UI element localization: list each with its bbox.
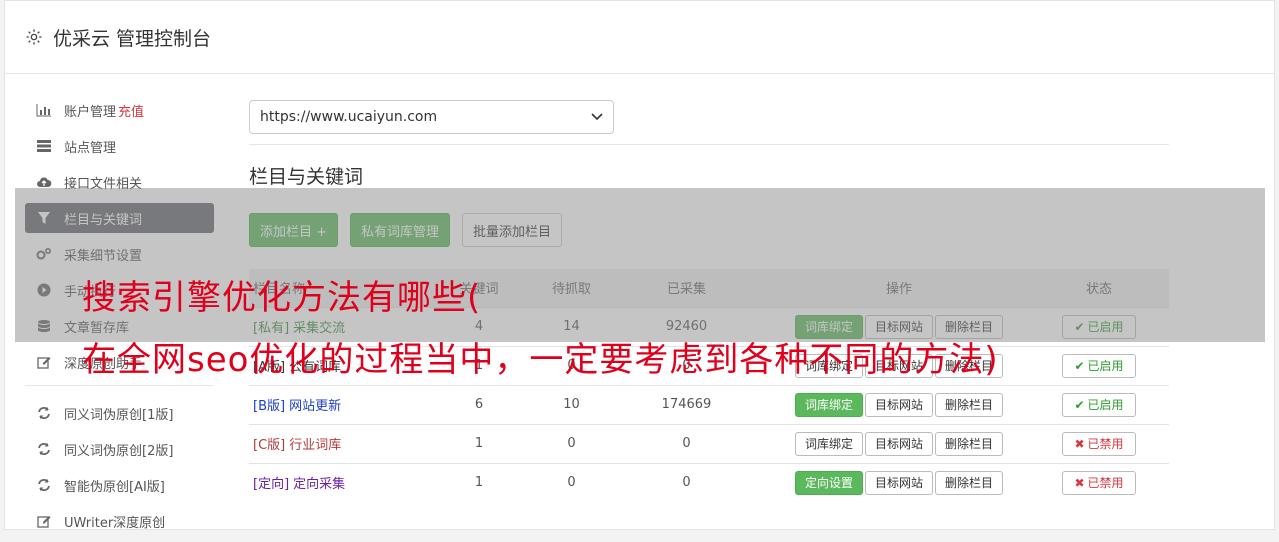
sidebar-item-label: 智能伪原创[AI版]	[64, 479, 165, 495]
pending-count[interactable]: 10	[539, 384, 604, 424]
delete-column-button[interactable]: 删除栏目	[935, 431, 1004, 456]
status-cell: ✔已启用	[1029, 384, 1169, 424]
target-site-button[interactable]: 目标网站	[864, 431, 933, 456]
actions-cell: 定向设置 目标网站 删除栏目	[769, 462, 1029, 502]
overlay-text-line2: 在全网seo优化的过程当中，一定要考虑到各种不同的方法)	[82, 340, 999, 380]
section-title: 栏目与关键词	[249, 166, 364, 188]
target-site-button[interactable]: 目标网站	[864, 392, 933, 417]
edit-icon	[36, 513, 52, 529]
divider	[249, 144, 1169, 145]
chevron-down-icon	[591, 113, 603, 121]
table-row: [B版] 网站更新 6 10 174669 词库绑定 目标网站 删除栏目 ✔ 已启用	[249, 384, 1169, 424]
refresh-icon	[36, 477, 52, 493]
server-icon	[36, 138, 52, 154]
column-title: 定向采集	[293, 477, 346, 493]
bind-dict-button[interactable]: 词库绑定	[794, 392, 863, 417]
status-toggle[interactable]: ✔已启用	[1062, 392, 1136, 417]
overlay-text-line1: 搜索引擎优化方法有哪些(	[82, 278, 482, 318]
bind-dict-button[interactable]: 词库绑定	[794, 431, 863, 456]
collected-count: 0	[604, 423, 769, 463]
status-cell: ✖ 已禁用	[1029, 462, 1169, 502]
check-icon: ✔	[1074, 358, 1085, 373]
sidebar-item-label: 同义词伪原创[2版]	[64, 443, 174, 459]
delete-column-button[interactable]: 删除栏目	[935, 470, 1004, 495]
target-site-button[interactable]: 目标网站	[864, 470, 933, 495]
sidebar-item-0[interactable]: 账户管理 充值	[25, 95, 214, 125]
column-tag: [C版]	[253, 438, 286, 453]
sidebar-tool-1[interactable]: 同义词伪原创[2版]	[25, 434, 214, 464]
site-select-value: https://www.ucaiyun.com	[260, 109, 438, 125]
column-name[interactable]: [B版] 网站更新	[249, 384, 419, 424]
collected-count: 0	[604, 462, 769, 502]
keyword-count: 1	[419, 462, 539, 502]
column-title: 行业词库	[289, 438, 342, 453]
collected-count: 174669	[604, 384, 769, 424]
delete-column-button[interactable]: 删除栏目	[935, 392, 1004, 417]
status-toggle[interactable]: ✖ 已禁用	[1062, 431, 1136, 456]
actions-cell: 词库绑定目标网站删除栏目	[769, 384, 1029, 424]
status-cell: ✖ 已禁用	[1029, 423, 1169, 463]
page-title: 优采云 管理控制台	[53, 27, 212, 50]
table-row: [定向] 定向采集 1 0 0 定向设置 目标网站 删除栏目 ✖ 已禁用	[249, 462, 1169, 502]
status-cell: ✔已启用	[1029, 345, 1169, 385]
refresh-icon	[36, 441, 52, 457]
status-toggle[interactable]: ✖ 已禁用	[1062, 470, 1136, 495]
close-icon: ✖	[1074, 436, 1085, 451]
sidebar-item-label: 账户管理	[64, 104, 117, 120]
sidebar-tool-0[interactable]: 同义词伪原创[1版]	[25, 398, 214, 428]
column-tag: [定向]	[253, 477, 290, 493]
column-title: 网站更新	[289, 399, 342, 414]
bind-dict-button[interactable]: 定向设置	[794, 470, 863, 495]
table-row: [C版] 行业词库 1 0 0 词库绑定 目标网站 删除栏目 ✖ 已禁用	[249, 423, 1169, 463]
column-tag: [B版]	[253, 399, 286, 414]
actions-cell: 词库绑定目标网站删除栏目	[769, 423, 1029, 463]
sidebar-divider	[25, 385, 214, 386]
status-label: 已禁用	[1087, 476, 1124, 491]
header: 优采云 管理控制台	[5, 1, 1274, 74]
pending-count[interactable]: 0	[539, 462, 604, 502]
pending-count[interactable]: 0	[539, 423, 604, 463]
sidebar-item-label: UWriter深度原创	[64, 515, 166, 531]
column-name[interactable]: [C版] 行业词库	[249, 423, 419, 463]
check-icon: ✔	[1074, 397, 1085, 412]
status-label: 已禁用	[1087, 437, 1124, 451]
bar-chart-icon	[36, 102, 52, 118]
column-name[interactable]: [定向] 定向采集	[249, 462, 419, 502]
keyword-count: 6	[419, 384, 539, 424]
sidebar-item-label: 同义词伪原创[1版]	[64, 407, 174, 423]
sidebar-tool-3[interactable]: UWriter深度原创	[25, 506, 214, 536]
sidebar-tool-2[interactable]: 智能伪原创[AI版]	[25, 470, 214, 500]
status-label: 已启用	[1087, 398, 1124, 412]
refresh-icon	[36, 405, 52, 421]
status-toggle[interactable]: ✔已启用	[1062, 353, 1136, 378]
close-icon: ✖	[1074, 475, 1085, 490]
site-select[interactable]: https://www.ucaiyun.com	[249, 100, 614, 134]
gear-icon	[26, 29, 42, 45]
sidebar-item-label: 站点管理	[64, 140, 117, 156]
edit-icon	[36, 354, 52, 370]
sidebar-item-1[interactable]: 站点管理	[25, 131, 214, 161]
keyword-count: 1	[419, 423, 539, 463]
status-label: 已启用	[1087, 359, 1124, 373]
recharge-link[interactable]: 充值	[118, 101, 144, 120]
